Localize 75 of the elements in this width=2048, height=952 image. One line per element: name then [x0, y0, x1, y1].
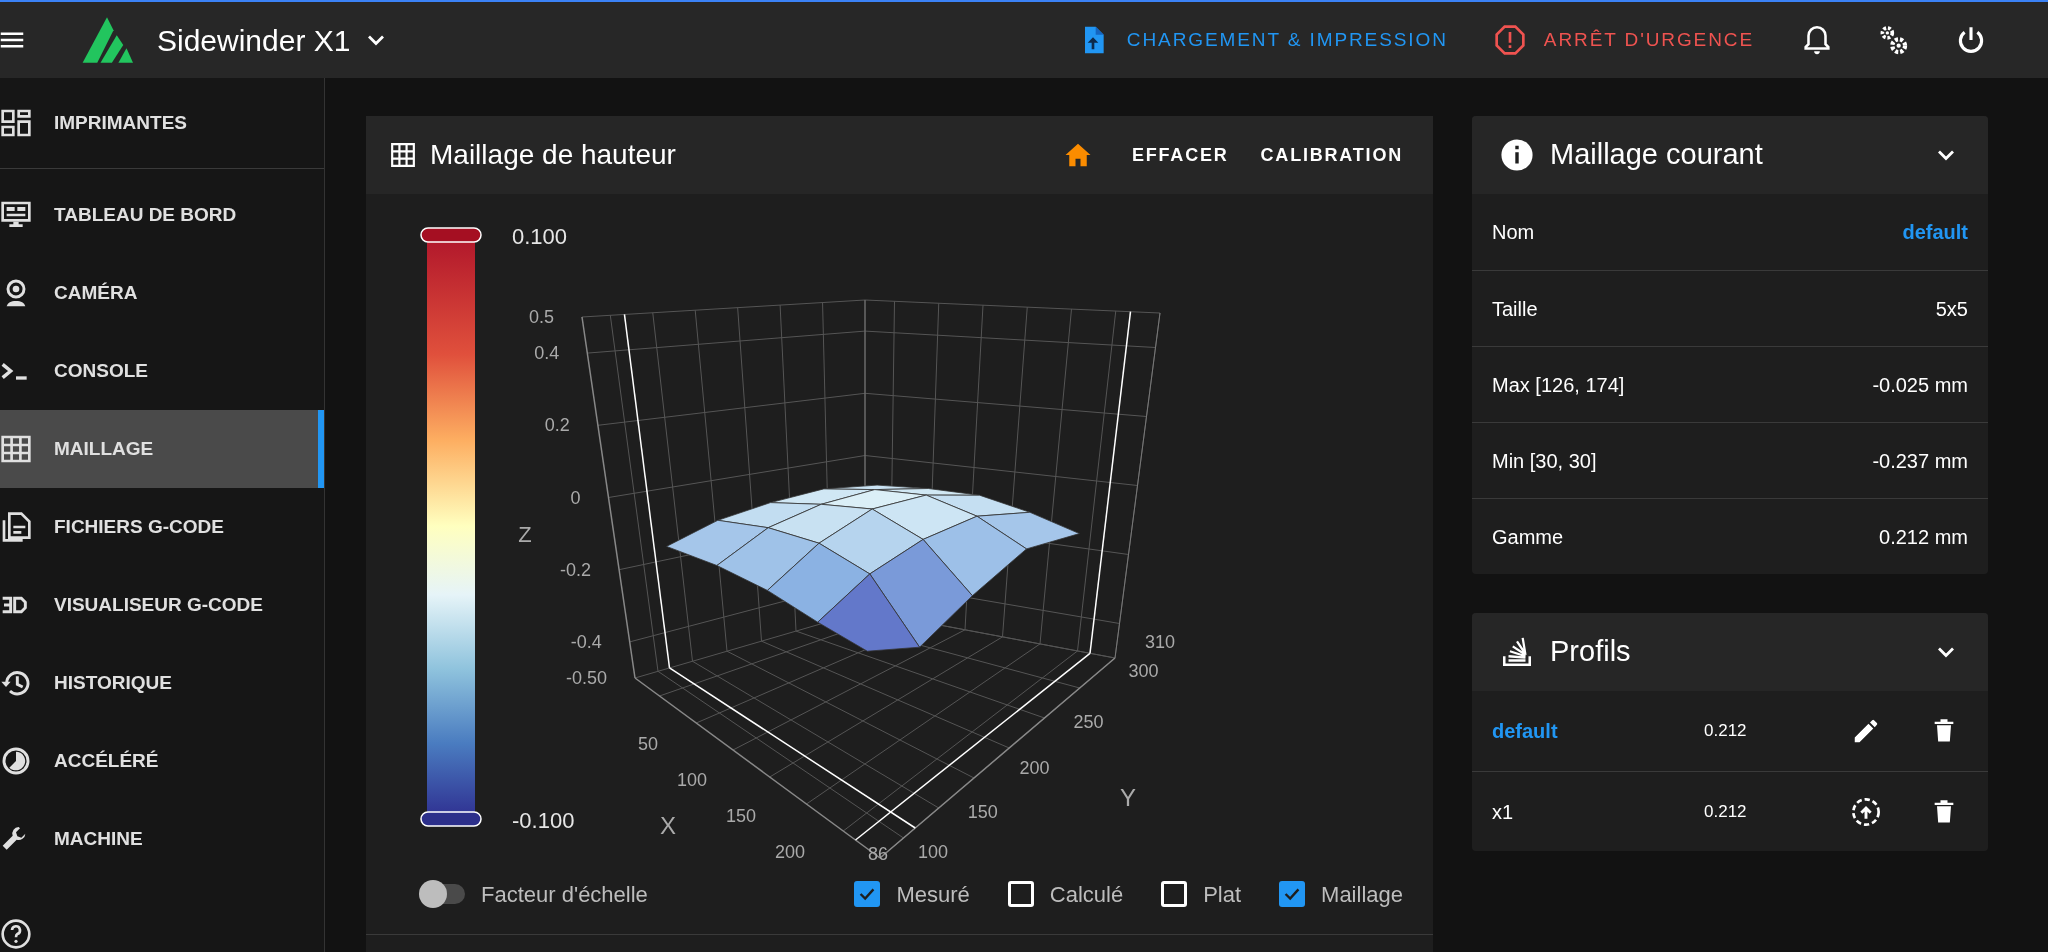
- axis-tick-label: -0.4: [570, 631, 602, 652]
- help-icon[interactable]: [0, 918, 32, 950]
- printer-name: Sidewinder X1: [157, 22, 351, 59]
- profile-row[interactable]: default 0.212: [1472, 691, 1988, 771]
- row-label: Min [30, 30]: [1492, 448, 1597, 474]
- profile-name[interactable]: default: [1492, 716, 1704, 746]
- axis-tick-label: 0.5: [528, 307, 554, 327]
- text-button[interactable]: EFFACER: [1115, 129, 1245, 181]
- axis-tick-label: 50: [637, 734, 658, 754]
- stack-icon: [1500, 635, 1534, 669]
- row-value: -0.237 mm: [1872, 448, 1968, 474]
- text-button[interactable]: CALIBRATION: [1244, 129, 1419, 181]
- sidebar-item[interactable]: VISUALISEUR G-CODE: [0, 566, 324, 644]
- axis-title: Y: [1120, 784, 1136, 811]
- axis-tick-label: 100: [918, 842, 949, 862]
- sidebar-item[interactable]: CONSOLE: [0, 332, 324, 410]
- card-title: Maillage de hauteur: [430, 138, 676, 172]
- axis-tick-label: 300: [1128, 661, 1159, 681]
- sidebar-item[interactable]: TABLEAU DE BORD: [0, 176, 324, 254]
- axis-tick-label: 150: [725, 806, 756, 826]
- timelapse-icon: [0, 745, 32, 777]
- checkbox-label: Maillage: [1321, 880, 1403, 909]
- checkbox[interactable]: [1007, 881, 1034, 907]
- row-label: Gamme: [1492, 524, 1564, 550]
- file-icon: [0, 511, 32, 543]
- axis-tick-label: 150: [967, 802, 998, 822]
- colorbar-max-label: 0.100: [512, 224, 568, 249]
- axis-tick-label: -0.50: [565, 668, 607, 688]
- axis-tick-label: 250: [1073, 712, 1104, 732]
- axis-tick-label: 100: [676, 770, 707, 790]
- row-value: 5x5: [1935, 296, 1968, 322]
- toolbar-button[interactable]: CHARGEMENT & IMPRESSION: [1064, 14, 1460, 66]
- info-icon: [1500, 138, 1534, 172]
- sidebar-item[interactable]: FICHIERS G-CODE: [0, 488, 324, 566]
- sidebar-item[interactable]: IMPRIMANTES: [0, 78, 324, 168]
- checkbox-label: Plat: [1203, 880, 1242, 909]
- checkbox-label: Mesuré: [896, 880, 970, 909]
- grid-icon: [390, 142, 416, 168]
- row-value: 0.212 mm: [1879, 524, 1968, 550]
- checkbox[interactable]: [1279, 881, 1306, 907]
- profile-range: 0.212: [1704, 800, 1747, 823]
- sidebar-item[interactable]: CAMÉRA: [0, 254, 324, 332]
- row-label: Taille: [1492, 296, 1538, 322]
- axis-tick-label: 0.2: [544, 415, 570, 436]
- sidebar-item[interactable]: ACCÉLÉRÉ: [0, 722, 324, 800]
- profile-range: 0.212: [1704, 720, 1747, 743]
- profile-row[interactable]: x1 0.212: [1472, 771, 1988, 851]
- row-label: Nom: [1492, 220, 1535, 245]
- profile-name[interactable]: x1: [1492, 796, 1704, 827]
- grid-icon: [0, 433, 32, 465]
- axis-tick-label: 0.4: [534, 343, 560, 364]
- card-title: Profils: [1550, 634, 1631, 670]
- checkbox[interactable]: [854, 881, 881, 907]
- sidebar-item[interactable]: MACHINE: [0, 800, 324, 878]
- sidebar-item[interactable]: MAILLAGE: [0, 410, 324, 488]
- row-label: Max [126, 174]: [1492, 372, 1625, 398]
- axis-tick-label: 200: [774, 842, 805, 862]
- colorbar-min-label: -0.100: [512, 808, 575, 833]
- toggle-label: Facteur d'échelle: [481, 880, 648, 909]
- mesh-name-link[interactable]: default: [1902, 217, 1968, 247]
- axis-tick-label: 310: [1145, 632, 1176, 652]
- axis-tick-label: -0.2: [560, 559, 592, 580]
- axis-title: Z: [518, 522, 532, 547]
- card-title: Maillage courant: [1550, 137, 1763, 173]
- alert-octagon-icon: [1493, 24, 1526, 56]
- axis-title: X: [660, 812, 676, 839]
- checkbox-label: Calculé: [1049, 880, 1124, 909]
- sidebar-item[interactable]: HISTORIQUE: [0, 644, 324, 722]
- axis-tick-label: 200: [1019, 758, 1050, 778]
- circle-arrow-up-icon: [1850, 795, 1882, 828]
- toolbar-button[interactable]: ARRÊT D'URGENCE: [1481, 14, 1766, 66]
- axis-tick-label: 0: [570, 487, 581, 508]
- dashboard-icon: [0, 107, 32, 139]
- row-value: -0.025 mm: [1872, 372, 1968, 398]
- checkbox[interactable]: [1161, 881, 1188, 907]
